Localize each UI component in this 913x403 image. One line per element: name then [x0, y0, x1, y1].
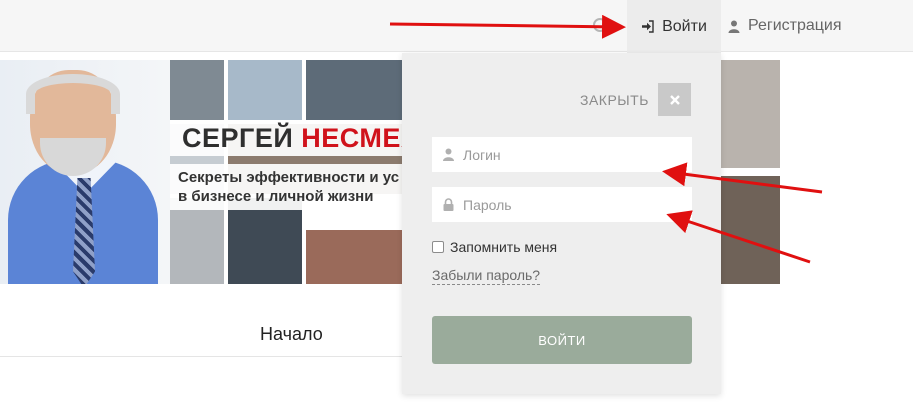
- password-input[interactable]: [463, 196, 663, 213]
- login-dropdown: ЗАКРЫТЬ Запомнить меня Забыли пароль? ВО…: [402, 53, 721, 394]
- remember-checkbox[interactable]: [432, 241, 444, 253]
- banner-subtitle: Секреты эффективности и ус в бизнесе и л…: [170, 164, 410, 210]
- banner-title-first: СЕРГЕЙ: [182, 122, 294, 153]
- username-field[interactable]: [432, 137, 692, 172]
- login-nav-label: Войти: [662, 17, 707, 35]
- close-label[interactable]: ЗАКРЫТЬ: [580, 92, 649, 108]
- sign-in-icon: [642, 20, 654, 33]
- search-icon[interactable]: [591, 16, 611, 36]
- banner-subtitle-line: Секреты эффективности и ус: [178, 169, 400, 186]
- close-button[interactable]: [658, 83, 691, 116]
- register-nav-label: Регистрация: [748, 17, 842, 34]
- nav-item-start[interactable]: Начало: [260, 324, 323, 345]
- photo-tile: [228, 198, 302, 284]
- banner-title: СЕРГЕЙ НЕСМЕЯ: [170, 120, 433, 156]
- lock-icon: [443, 198, 454, 211]
- divider: [0, 356, 402, 357]
- photo-tile: [306, 230, 402, 284]
- photo-tile: [228, 60, 302, 120]
- user-icon: [443, 148, 454, 161]
- login-submit-button[interactable]: ВОЙТИ: [432, 316, 692, 364]
- forgot-password-link[interactable]: Забыли пароль?: [432, 267, 541, 285]
- username-input[interactable]: [463, 146, 663, 163]
- remember-label: Запомнить меня: [450, 239, 558, 255]
- photo-tile: [720, 176, 780, 284]
- close-icon: [669, 94, 680, 105]
- speaker-portrait: [0, 60, 170, 284]
- photo-tile: [306, 60, 402, 120]
- photo-tile: [720, 60, 780, 168]
- register-nav-button[interactable]: Регистрация: [728, 0, 842, 52]
- banner-subtitle-line: в бизнесе и личной жизни: [178, 188, 374, 205]
- remember-me[interactable]: Запомнить меня: [432, 239, 557, 255]
- password-field[interactable]: [432, 187, 692, 222]
- login-nav-button[interactable]: Войти: [627, 0, 721, 53]
- top-bar: Войти Регистрация: [0, 0, 913, 53]
- user-icon: [728, 20, 740, 33]
